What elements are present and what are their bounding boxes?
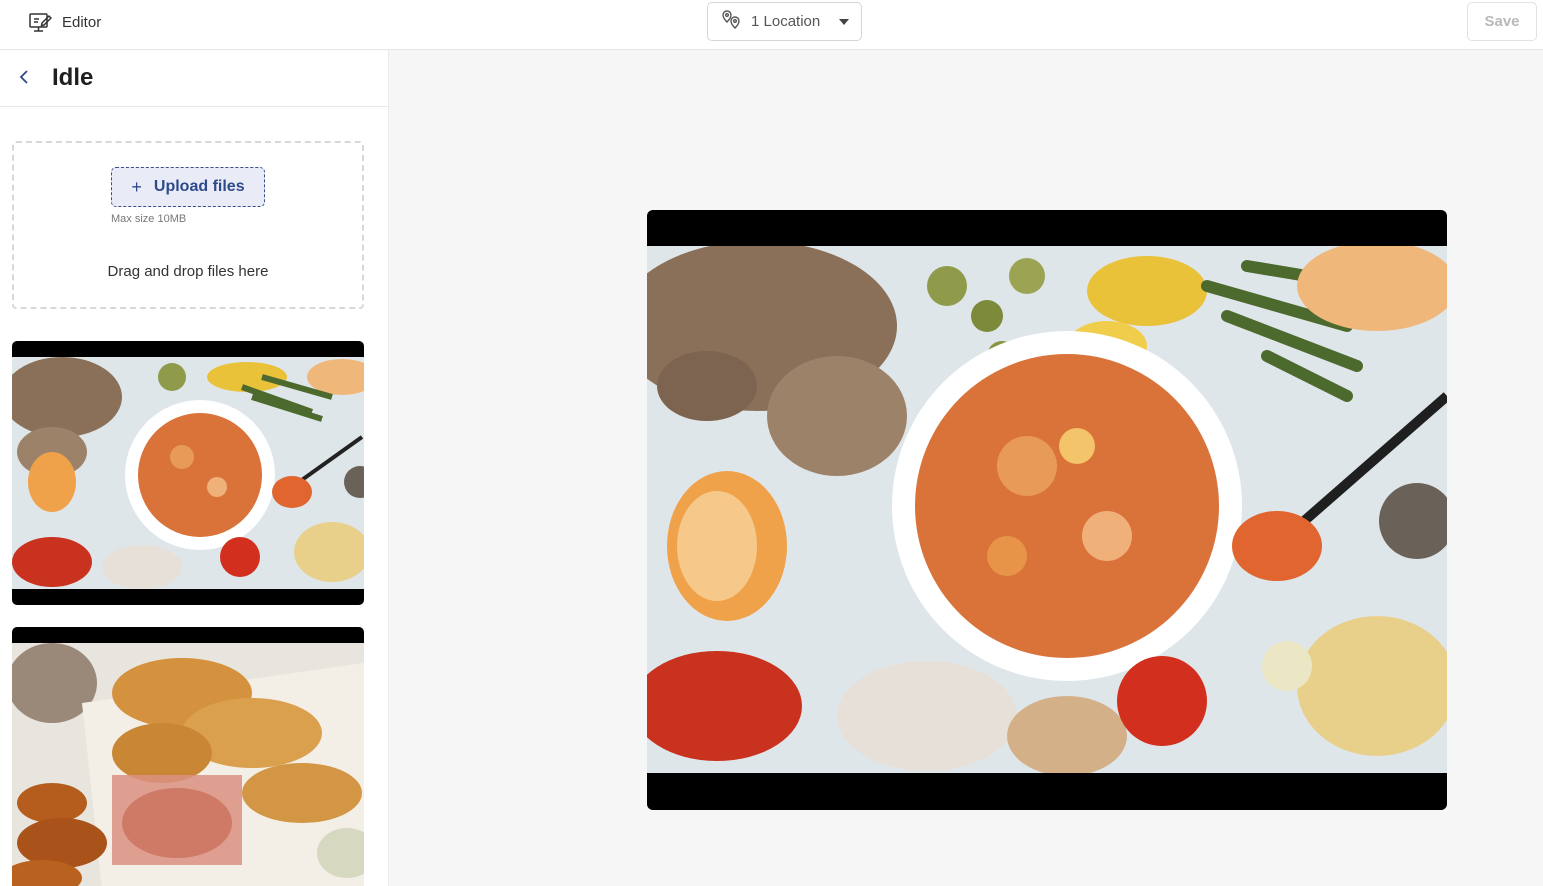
sidebar-header: Idle <box>0 50 388 107</box>
back-chevron-icon[interactable] <box>16 68 34 86</box>
fried-chicken-image <box>12 643 364 886</box>
location-pin-icon <box>720 9 742 35</box>
drag-drop-text: Drag and drop files here <box>107 263 269 280</box>
plus-icon: + <box>131 177 142 197</box>
chevron-down-icon <box>839 18 849 25</box>
file-dropzone[interactable]: + Upload files Max size 10MB Drag and dr… <box>12 141 364 309</box>
editor-label: Editor <box>62 13 102 31</box>
bbq-bowl-preview-image <box>647 246 1447 773</box>
media-thumbnail-bbq-bowl[interactable] <box>12 341 364 605</box>
editor-canvas <box>389 50 1543 886</box>
editor-icon <box>28 10 52 34</box>
media-thumbnail-fried-chicken[interactable] <box>12 627 364 886</box>
page-title: Idle <box>52 64 94 91</box>
max-size-hint: Max size 10MB <box>111 213 187 225</box>
bbq-bowl-image <box>12 357 364 589</box>
top-bar: Editor 1 Location Save <box>0 0 1543 50</box>
save-button[interactable]: Save <box>1467 2 1537 41</box>
upload-files-label: Upload files <box>153 178 245 195</box>
editor-title: Editor <box>28 10 101 34</box>
media-preview[interactable] <box>647 210 1447 810</box>
location-selector[interactable]: 1 Location <box>707 2 862 41</box>
location-label: 1 Location <box>751 13 821 30</box>
upload-files-button[interactable]: + Upload files <box>111 167 265 207</box>
sidebar: Idle + Upload files Max size 10MB Drag a… <box>0 50 389 886</box>
